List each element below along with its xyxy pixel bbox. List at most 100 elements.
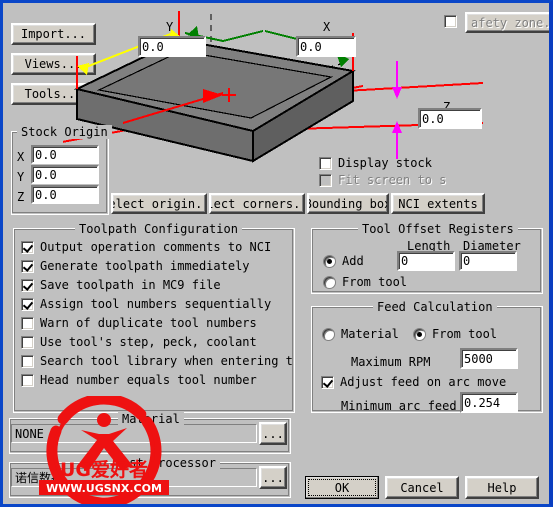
feed-material-label: Material	[341, 327, 399, 341]
stock-origin-y-label: Y	[17, 170, 25, 184]
adjust-feed-arc-checkbox-box[interactable]	[321, 375, 334, 389]
maximum-rpm-value: 5000	[464, 351, 493, 366]
select-corners-button[interactable]: lect corners..	[209, 193, 305, 214]
stock-origin-y-input[interactable]: 0.0	[31, 165, 99, 184]
stock-origin-x-input[interactable]: 0.0	[31, 145, 99, 164]
material-browse-button[interactable]: ...	[259, 422, 287, 445]
save-toolpath-mc9-checkbox[interactable]: Save toolpath in MC9 file	[21, 278, 221, 292]
search-tool-library-checkbox-box[interactable]	[21, 354, 34, 368]
select-origin-button[interactable]: elect origin..	[111, 193, 207, 214]
offset-add-radio[interactable]: Add	[323, 254, 364, 268]
z-dimension-input[interactable]: 0.0	[418, 108, 482, 129]
adjust-feed-arc-label: Adjust feed on arc move	[340, 375, 507, 389]
assign-tool-numbers-label: Assign tool numbers sequentially	[40, 297, 272, 311]
post-processor-value: 诺信数控	[15, 471, 64, 485]
search-tool-library-label: Search tool library when entering tool r	[40, 354, 293, 368]
y-dimension-input[interactable]: 0.0	[138, 36, 206, 57]
offset-diameter-input[interactable]: 0	[459, 251, 517, 271]
display-stock-label: Display stock	[338, 156, 432, 170]
display-stock-checkbox[interactable]: Display stock	[319, 156, 432, 170]
help-button-label: Help	[487, 480, 517, 495]
dialog-client-area: Import... Views... Tools... Y 0.0 X 0.0 …	[3, 3, 549, 504]
assign-tool-numbers-checkbox-box[interactable]	[21, 297, 34, 311]
stock-origin-z-label: Z	[17, 190, 25, 204]
save-toolpath-mc9-label: Save toolpath in MC9 file	[40, 278, 221, 292]
ok-button-focus-ring	[308, 479, 376, 496]
bounding-box-button[interactable]: Bounding box	[307, 193, 389, 214]
generate-toolpath-label: Generate toolpath immediately	[40, 259, 250, 273]
offset-diameter-value: 0	[463, 254, 471, 268]
fit-screen-checkbox: Fit screen to s	[319, 173, 446, 187]
offset-length-value: 0	[401, 254, 409, 268]
feed-calculation-title: Feed Calculation	[373, 300, 497, 314]
save-toolpath-mc9-checkbox-box[interactable]	[21, 278, 34, 292]
warn-duplicate-tool-label: Warn of duplicate tool numbers	[40, 316, 257, 330]
material-group-title: Material	[118, 412, 184, 426]
safety-zone-button: afety zone..	[465, 12, 549, 33]
feed-material-radio[interactable]: Material	[322, 327, 399, 341]
offset-add-label: Add	[342, 254, 364, 268]
cancel-button[interactable]: Cancel	[385, 476, 459, 499]
display-stock-checkbox-box[interactable]	[319, 156, 332, 170]
use-tool-step-peck-label: Use tool's step, peck, coolant	[40, 335, 257, 349]
bounding-box-button-label: Bounding box	[307, 196, 389, 211]
ok-button[interactable]: OK	[305, 476, 379, 499]
stock-origin-group-title: Stock Origin	[17, 125, 112, 139]
nci-extents-button[interactable]: NCI extents	[391, 193, 485, 214]
material-browse-label: ...	[262, 426, 284, 441]
post-processor-group-title: ost Processor	[118, 456, 220, 470]
offset-from-tool-radio[interactable]: From tool	[323, 275, 407, 289]
head-number-equals-tool-checkbox[interactable]: Head number equals tool number	[21, 373, 257, 387]
feed-from-tool-label: From tool	[432, 327, 498, 341]
output-operation-comments-checkbox-box[interactable]	[21, 240, 34, 254]
maximum-rpm-input[interactable]: 5000	[460, 348, 518, 369]
offset-length-input[interactable]: 0	[397, 251, 455, 271]
toolpath-configuration-title: Toolpath Configuration	[75, 222, 242, 236]
maximum-rpm-label: Maximum RPM	[351, 355, 431, 369]
stock-origin-z-input[interactable]: 0.0	[31, 185, 99, 204]
select-corners-button-label: lect corners..	[209, 196, 305, 211]
use-tool-step-peck-checkbox-box[interactable]	[21, 335, 34, 349]
assign-tool-numbers-checkbox[interactable]: Assign tool numbers sequentially	[21, 297, 271, 311]
job-setup-dialog: Import... Views... Tools... Y 0.0 X 0.0 …	[0, 0, 553, 507]
material-value: NONE	[15, 426, 44, 441]
warn-duplicate-tool-checkbox-box[interactable]	[21, 316, 34, 330]
safety-zone-checkbox-box[interactable]	[444, 15, 457, 28]
post-processor-input[interactable]: 诺信数控	[11, 468, 257, 487]
stock-origin-x-label: X	[17, 150, 25, 164]
use-tool-step-peck-checkbox[interactable]: Use tool's step, peck, coolant	[21, 335, 257, 349]
head-number-equals-tool-checkbox-box[interactable]	[21, 373, 34, 387]
x-dimension-value: 0.0	[300, 39, 322, 54]
output-operation-comments-label: Output operation comments to NCI	[40, 240, 272, 254]
offset-add-radio-dot[interactable]	[323, 254, 336, 268]
select-origin-button-label: elect origin..	[111, 196, 207, 211]
y-dimension-label: Y	[166, 20, 174, 34]
generate-toolpath-checkbox-box[interactable]	[21, 259, 34, 273]
search-tool-library-checkbox[interactable]: Search tool library when entering tool r	[21, 354, 293, 368]
generate-toolpath-checkbox[interactable]: Generate toolpath immediately	[21, 259, 250, 273]
y-dimension-value: 0.0	[142, 39, 164, 54]
x-dimension-input[interactable]: 0.0	[296, 36, 356, 57]
stock-origin-x-value: 0.0	[35, 147, 57, 162]
feed-from-tool-radio-dot[interactable]	[413, 327, 426, 341]
output-operation-comments-checkbox[interactable]: Output operation comments to NCI	[21, 240, 271, 254]
minimum-arc-feed-value: 0.254	[464, 395, 501, 410]
help-button[interactable]: Help	[465, 476, 539, 499]
material-input[interactable]: NONE	[11, 424, 257, 443]
x-dimension-label: X	[323, 20, 331, 34]
nci-extents-button-label: NCI extents	[398, 196, 478, 211]
offset-from-tool-radio-dot[interactable]	[323, 275, 336, 289]
adjust-feed-arc-checkbox[interactable]: Adjust feed on arc move	[321, 375, 506, 389]
safety-zone-button-label: afety zone..	[471, 15, 549, 30]
post-processor-browse-label: ...	[262, 470, 284, 485]
feed-material-radio-dot[interactable]	[322, 327, 335, 341]
minimum-arc-feed-label: Minimum arc feed	[341, 399, 457, 413]
tool-offset-registers-title: Tool Offset Registers	[358, 222, 518, 236]
post-processor-browse-button[interactable]: ...	[259, 466, 287, 489]
minimum-arc-feed-input[interactable]: 0.254	[460, 392, 518, 413]
z-dimension-value: 0.0	[422, 111, 444, 126]
feed-from-tool-radio[interactable]: From tool	[413, 327, 497, 341]
offset-from-tool-label: From tool	[342, 275, 408, 289]
cancel-button-label: Cancel	[400, 480, 444, 495]
warn-duplicate-tool-checkbox[interactable]: Warn of duplicate tool numbers	[21, 316, 257, 330]
